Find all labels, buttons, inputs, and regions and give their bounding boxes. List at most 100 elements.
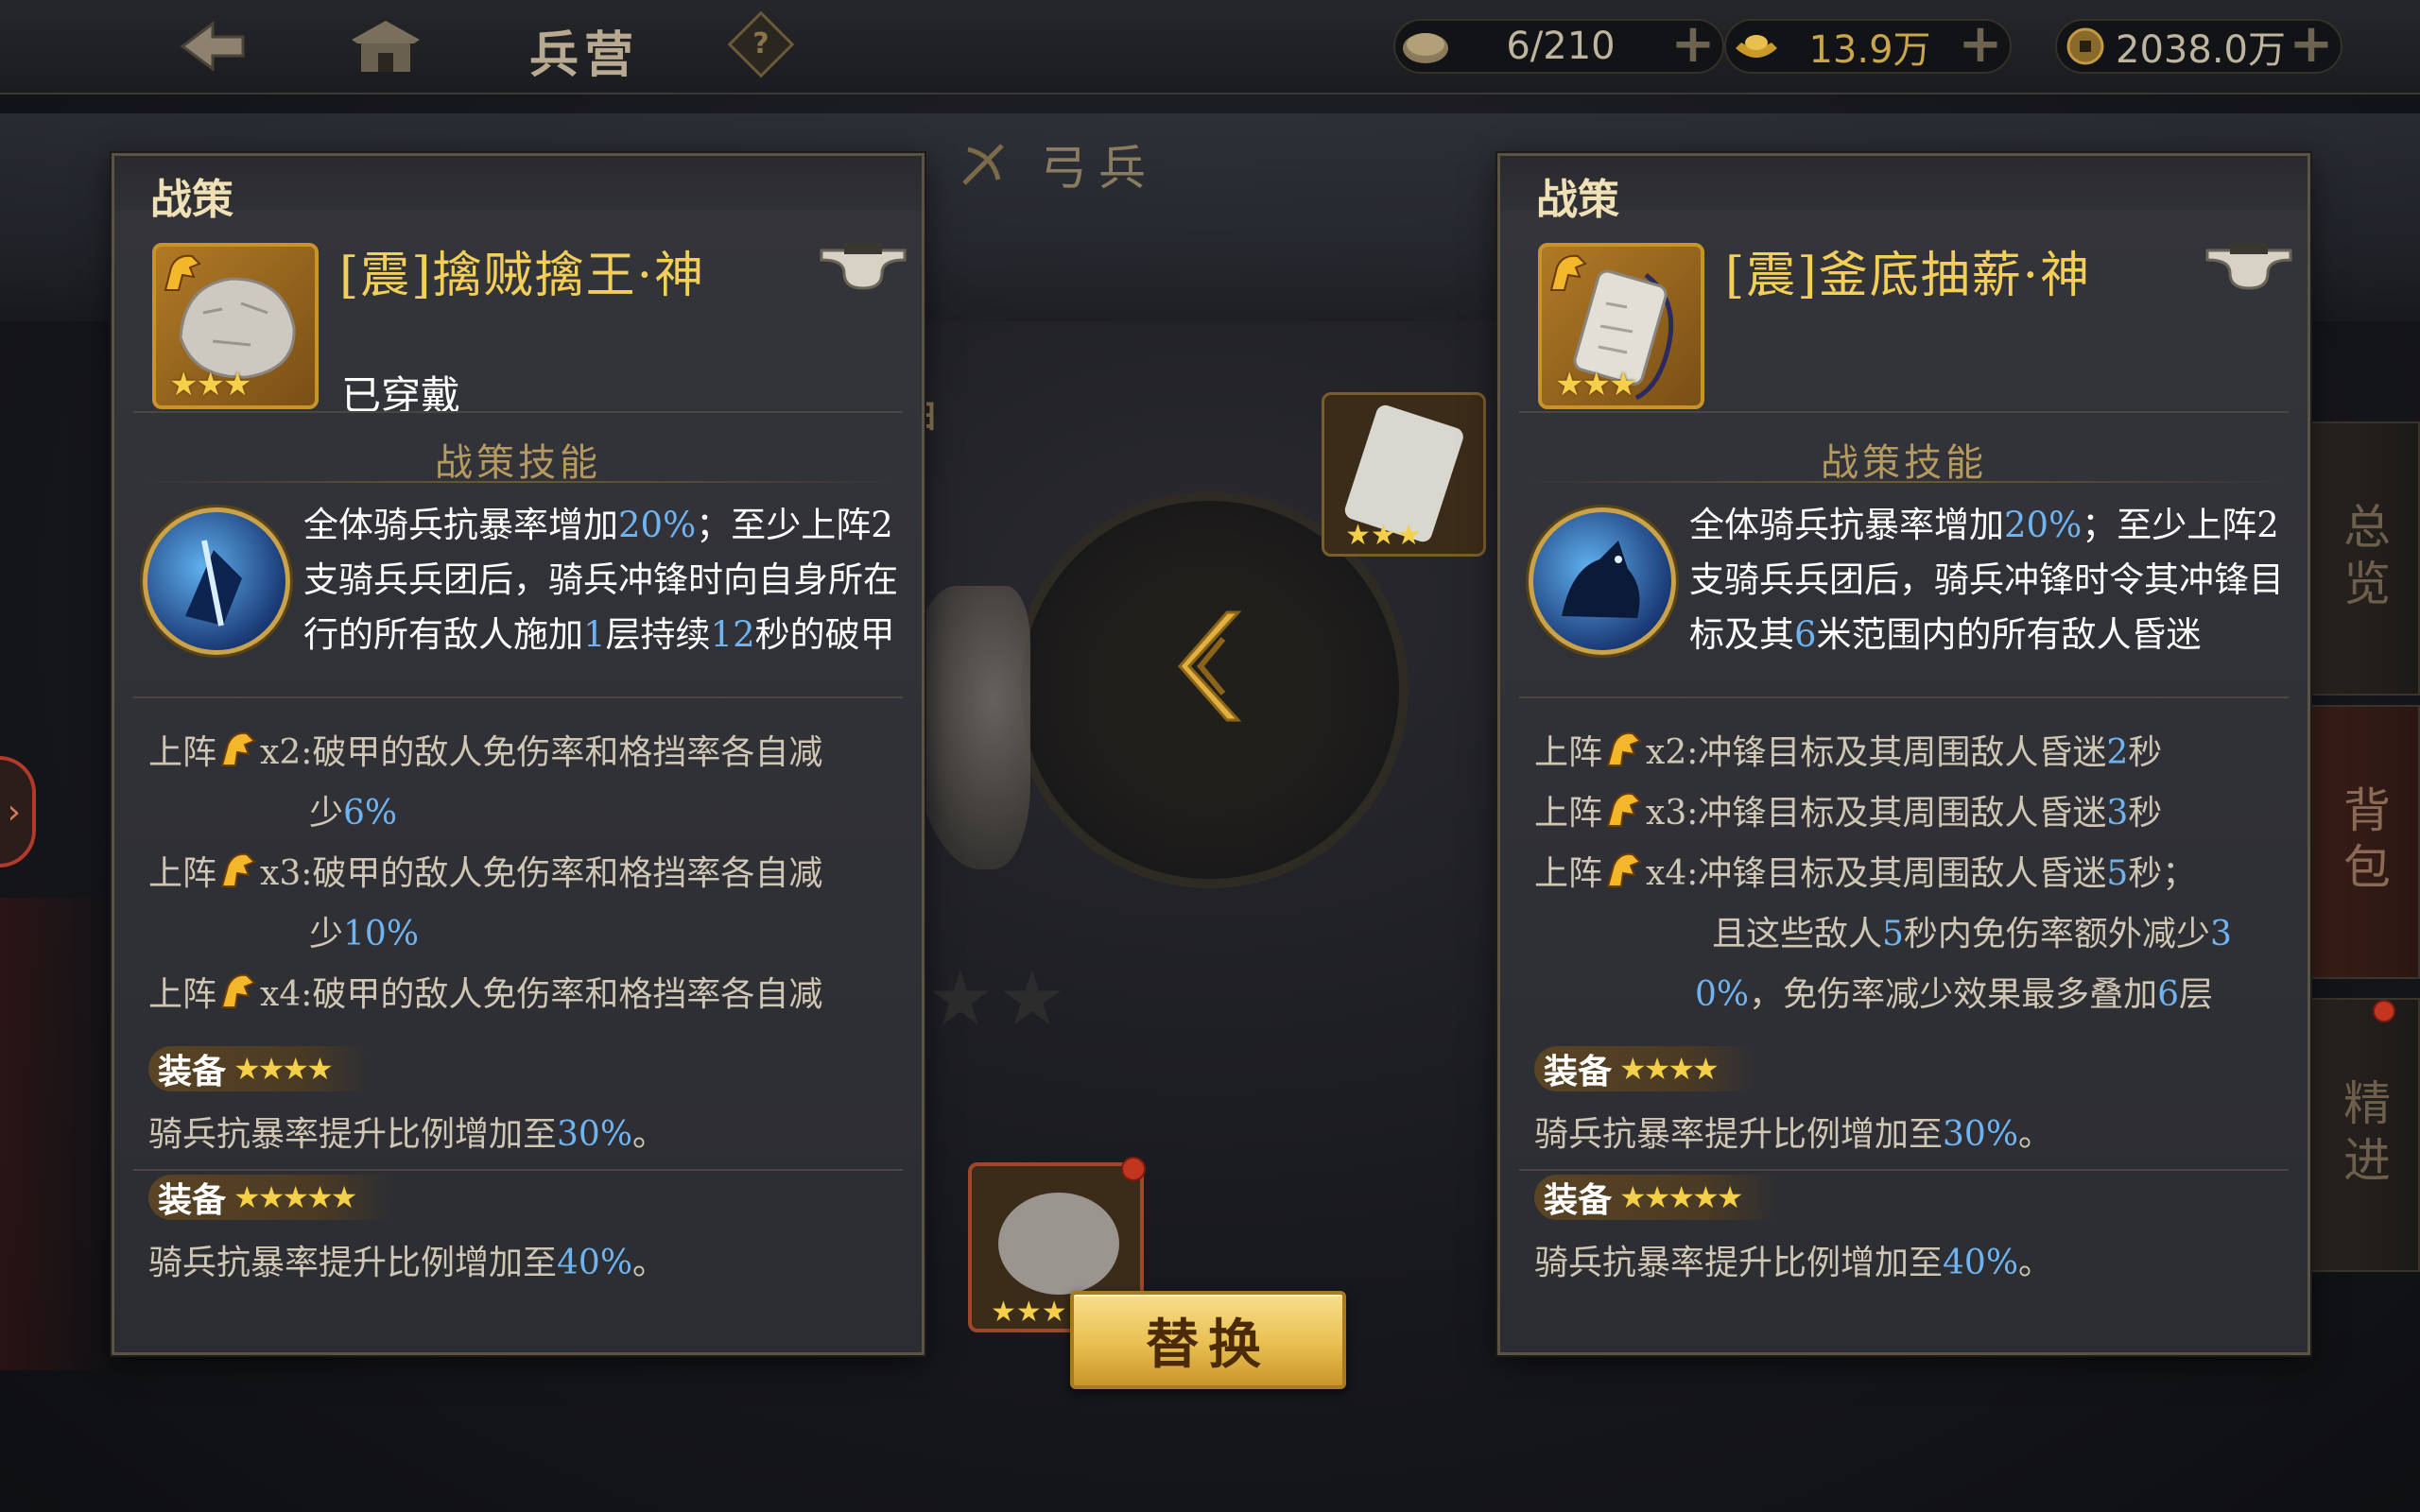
text-segment: 全体骑兵抗暴率增加	[303, 505, 618, 545]
horse-icon	[1606, 792, 1642, 827]
equip-tag: 装备 ★★★★★	[1534, 1175, 1779, 1220]
divider	[1519, 1169, 2289, 1171]
skill-icon	[143, 507, 290, 655]
coin-value: 2038.0万	[2116, 28, 2286, 72]
tier-bonus-x4-cont: 0%，免伤率减少效果最多叠加6层	[1534, 965, 2290, 1025]
nav-overview[interactable]: 总览	[2307, 421, 2420, 696]
tier-bonus-x3: 上阵 x3:冲锋目标及其周围敌人昏迷3秒	[1534, 783, 2290, 844]
panel-header	[1500, 156, 2308, 211]
notification-dot	[1121, 1157, 1146, 1181]
resource-coin: 2038.0万 +	[2055, 18, 2342, 74]
resource-ingot: 13.9万 +	[1724, 18, 2012, 74]
resource-food: 6/210 +	[1393, 18, 1724, 74]
strategy-item-icon: ★★★	[152, 243, 319, 409]
svg-text:★★★: ★★★	[1345, 519, 1422, 552]
text-segment: 秒内免伤率额外减少	[1903, 915, 2210, 954]
highlight-value: 5	[1882, 915, 1904, 954]
divider	[133, 481, 903, 483]
skill-description: 全体骑兵抗暴率增加20%；至少上阵2支骑兵兵团后，骑兵冲锋时令其冲锋目标及其6米…	[1689, 498, 2304, 678]
tab-archer[interactable]: 弓兵	[955, 130, 1157, 198]
nav-refine[interactable]: 精进	[2307, 998, 2420, 1272]
new-strategy-panel: 战策 ★★★ [震]釜底抽薪·神 战策技能 全体骑兵抗暴率增加20%；至少上阵2…	[1497, 153, 2310, 1355]
food-icon	[1403, 33, 1448, 63]
horse-icon	[164, 254, 201, 291]
add-coin-button[interactable]: +	[2288, 18, 2335, 71]
barracks-icon	[348, 17, 424, 77]
help-icon[interactable]: ?	[727, 10, 795, 78]
nav-backpack[interactable]: 背包	[2307, 705, 2420, 979]
horse-icon	[1606, 852, 1642, 887]
divider	[1519, 481, 2289, 483]
bow-icon	[962, 144, 1004, 185]
svg-text:★★★: ★★★	[991, 1296, 1067, 1329]
tier-bonus-x4-cont: 且这些敌人5秒内免伤率额外减少3	[1534, 904, 2290, 965]
replace-button[interactable]: 替换	[1070, 1291, 1346, 1389]
equip-description: 骑兵抗暴率提升比例增加至40%。	[148, 1244, 667, 1282]
star-rating: ★★★	[169, 366, 251, 404]
divider	[133, 1169, 903, 1171]
text-segment: 秒的破甲	[754, 614, 895, 655]
panel-label: 战策	[150, 176, 233, 224]
horse-icon	[1549, 254, 1587, 291]
strategy-name: [震]擒贼擒王·神	[339, 248, 706, 304]
equip-description: 骑兵抗暴率提升比例增加至30%。	[1534, 1115, 2053, 1154]
lock-icon[interactable]	[2202, 241, 2296, 294]
current-strategy-panel: 战策 ★★★ [震]擒贼擒王·神 已穿戴 战策技能 全体骑兵抗暴率增加20%；至…	[112, 153, 925, 1355]
skill-description: 全体骑兵抗暴率增加20%；至少上阵2支骑兵兵团后，骑兵冲锋时向自身所在行的所有敌…	[303, 498, 918, 678]
notification-dot	[2373, 1000, 2395, 1022]
lock-icon[interactable]	[816, 241, 910, 294]
horse-icon	[220, 852, 256, 887]
highlight-value: 3	[2209, 915, 2232, 954]
text-segment: ，免伤率减少效果最多叠加	[1749, 975, 2158, 1014]
divider	[1519, 411, 2289, 413]
background-glow	[0, 898, 113, 1370]
star-rating: ★★★	[1555, 366, 1637, 404]
text-segment: 层	[2179, 975, 2214, 1014]
text-segment: 且这些敌人	[1712, 915, 1883, 954]
horse-icon	[1606, 731, 1642, 766]
highlight-value: 20%	[618, 505, 697, 545]
skill-icon	[1529, 507, 1676, 655]
equip-bonus-5star: 装备 ★★★★★ 骑兵抗暴率提升比例增加至40%。	[148, 1175, 905, 1284]
strategy-item-icon: ★★★	[1538, 243, 1704, 409]
coin-icon	[2066, 27, 2104, 65]
panel-header	[114, 156, 922, 211]
highlight-value: 6	[2157, 975, 2180, 1014]
candidate-item-slot[interactable]: ★★★	[1322, 392, 1486, 557]
text-segment: 全体骑兵抗暴率增加	[1689, 505, 2004, 545]
tier-bonus-x4: 上阵 x4:冲锋目标及其周围敌人昏迷5秒；	[1534, 844, 2290, 904]
text-segment: 米范围内的所有敌人昏迷	[1816, 614, 2202, 655]
horse-icon	[220, 973, 256, 1008]
tier-bonus-x2: 上阵 x2:破甲的敌人免伤率和格挡率各自减	[148, 723, 905, 783]
tier-bonus-x4: 上阵 x4:破甲的敌人免伤率和格挡率各自减	[148, 965, 905, 1025]
strategy-name: [震]釜底抽薪·神	[1725, 248, 2092, 304]
horse-icon	[220, 731, 256, 766]
equip-description: 骑兵抗暴率提升比例增加至30%。	[148, 1115, 667, 1154]
highlight-value: 12	[710, 614, 755, 655]
food-value: 6/210	[1506, 25, 1616, 68]
divider	[133, 696, 903, 698]
highlight-value: 6	[1794, 614, 1817, 655]
panel-label: 战策	[1536, 176, 1619, 224]
equip-tag: 装备 ★★★★	[148, 1046, 369, 1091]
page-title: 兵营	[529, 26, 640, 84]
gold-ingot-icon	[1736, 35, 1777, 58]
equip-tag: 装备 ★★★★★	[148, 1175, 393, 1220]
equip-bonus-4star: 装备 ★★★★ 骑兵抗暴率提升比例增加至30%。	[148, 1046, 905, 1156]
divider	[1519, 696, 2289, 698]
back-arrow-icon[interactable]	[170, 13, 255, 79]
equip-bonus-5star: 装备 ★★★★★ 骑兵抗暴率提升比例增加至40%。	[1534, 1175, 2290, 1284]
top-bar: 兵营 ? 6/210 + 13.9万 + 2038.0万 +	[0, 0, 2420, 94]
ingot-value: 13.9万	[1808, 28, 1931, 72]
highlight-value: 20%	[2004, 505, 2083, 545]
equip-bonus-4star: 装备 ★★★★ 骑兵抗暴率提升比例增加至30%。	[1534, 1046, 2290, 1156]
add-food-button[interactable]: +	[1669, 18, 1717, 71]
equip-tag: 装备 ★★★★	[1534, 1046, 1754, 1091]
tier-bonus-x3-cont: 少10%	[309, 915, 420, 954]
highlight-value: 1	[583, 614, 606, 655]
divider	[133, 411, 903, 413]
equip-description: 骑兵抗暴率提升比例增加至40%。	[1534, 1244, 2053, 1282]
text-segment: 层持续	[605, 614, 711, 655]
tier-bonus-x3: 上阵 x3:破甲的敌人免伤率和格挡率各自减	[148, 844, 905, 904]
add-ingot-button[interactable]: +	[1957, 18, 2004, 71]
